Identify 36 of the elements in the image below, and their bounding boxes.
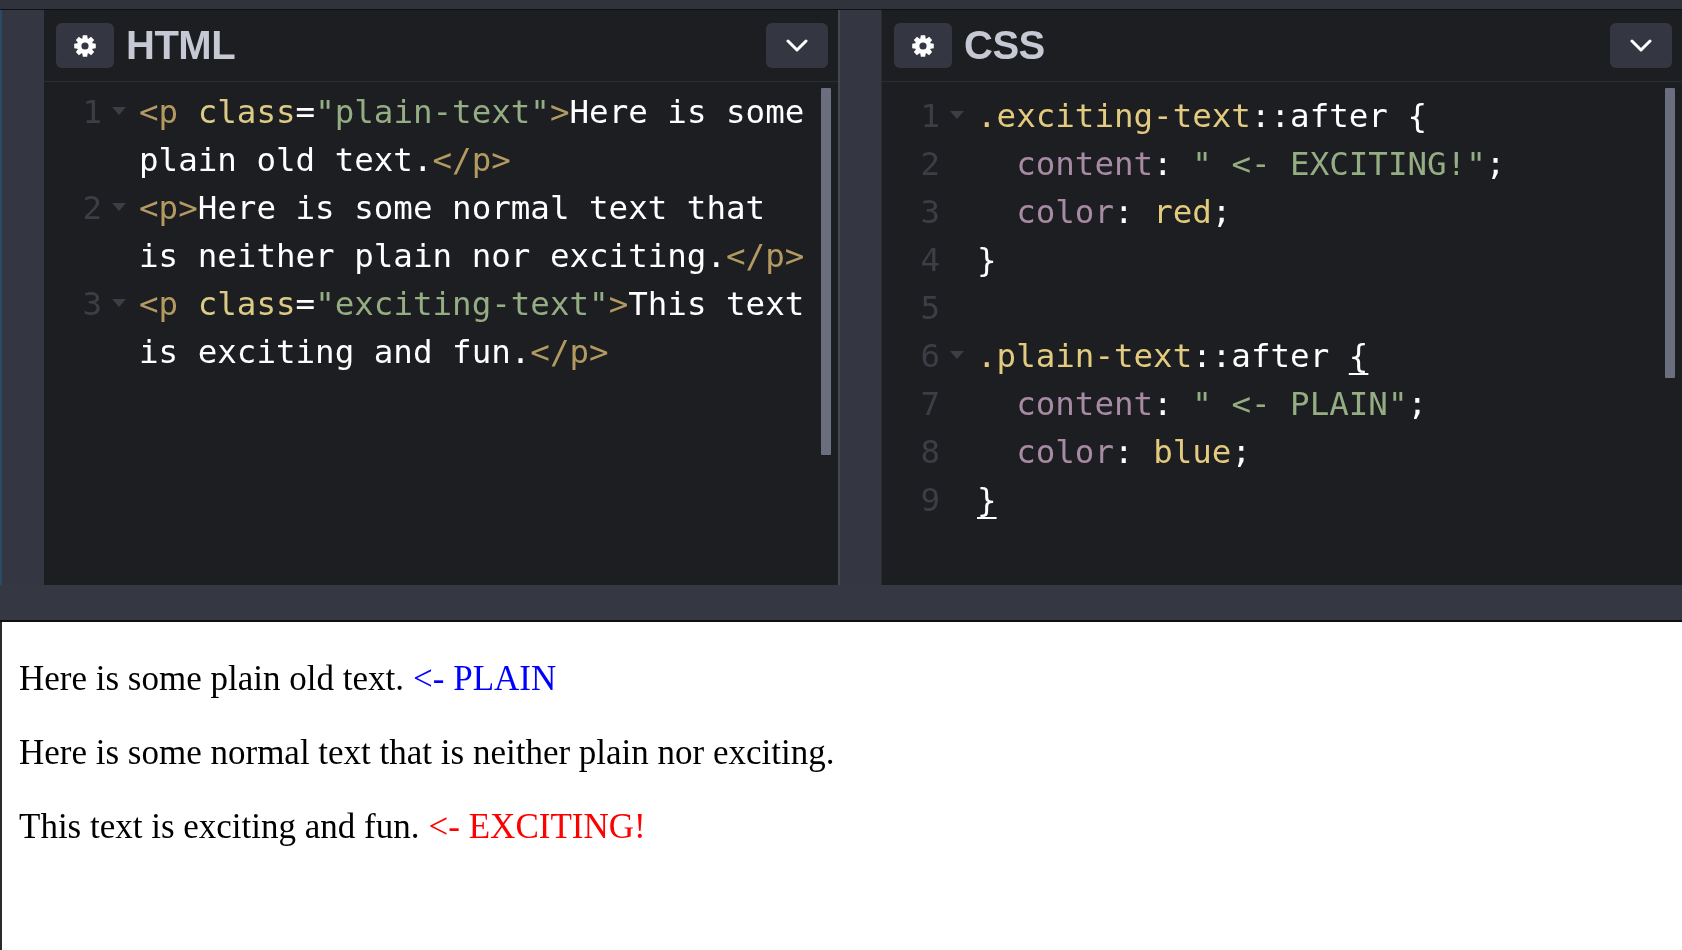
chevron-down-icon: [786, 39, 808, 52]
generated-text: <- PLAIN: [413, 659, 557, 699]
code-line: .exciting-text::after {: [977, 96, 1429, 137]
preview-text: This text is exciting and fun.: [19, 807, 420, 847]
settings-button[interactable]: [56, 23, 114, 68]
code-line: color: red;: [1015, 192, 1233, 233]
gear-icon: [74, 34, 96, 57]
preview-text: Here is some plain old text.: [19, 659, 404, 699]
fold-caret-icon[interactable]: [112, 107, 126, 115]
fold-caret-icon[interactable]: [112, 203, 126, 211]
fold-caret-icon[interactable]: [112, 299, 126, 307]
scrollbar-thumb[interactable]: [1665, 88, 1675, 378]
code-line: <p class="exciting-text">This text is exciting and fun.</p>: [139, 284, 806, 373]
preview-text: Here is some normal text that is neither plain nor exciting.: [19, 733, 835, 773]
code-line: }: [977, 480, 998, 521]
code-line: content: " <- PLAIN";: [1015, 384, 1429, 425]
panel-title: CSS: [964, 23, 1045, 68]
code-line: <p class="plain-text">Here is some plain old text.</p>: [139, 92, 806, 181]
resize-bar[interactable]: [0, 585, 1682, 622]
code-line: .plain-text::after {: [977, 336, 1370, 377]
scrollbar-thumb[interactable]: [821, 88, 831, 455]
generated-text: <- EXCITING!: [428, 807, 646, 847]
settings-button[interactable]: [894, 23, 952, 68]
code-line: <p>Here is some normal text that is neither plain nor exciting.</p>: [139, 188, 806, 277]
gear-icon: [912, 34, 934, 57]
dropdown-button[interactable]: [766, 23, 828, 68]
dropdown-button[interactable]: [1610, 23, 1672, 68]
code-line: }: [977, 240, 998, 281]
fold-caret-icon[interactable]: [950, 351, 964, 359]
resize-handle[interactable]: [0, 10, 44, 585]
fold-caret-icon[interactable]: [950, 111, 964, 119]
code-line: color: blue;: [1015, 432, 1252, 473]
resize-handle[interactable]: [838, 10, 882, 585]
code-line: content: " <- EXCITING!";: [1015, 144, 1507, 185]
panel-title: HTML: [126, 23, 236, 68]
chevron-down-icon: [1630, 39, 1652, 52]
